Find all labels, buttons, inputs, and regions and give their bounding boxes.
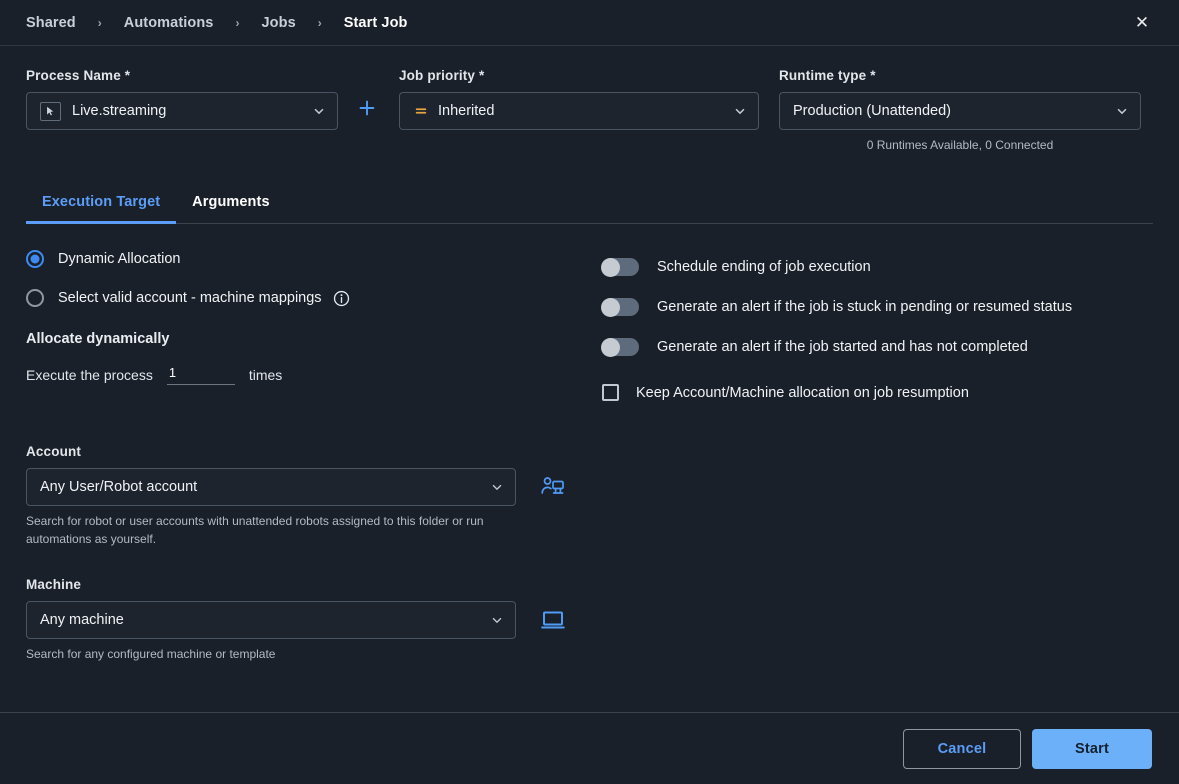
radio-indicator [26,289,44,308]
options-column: Schedule ending of job execution Generat… [601,250,1153,663]
checkbox-keep-allocation[interactable]: Keep Account/Machine allocation on job r… [602,384,1153,402]
runtime-type-field: Runtime type * Production (Unattended) 0… [779,68,1141,154]
machine-select[interactable]: Any machine [26,601,516,640]
toggle-switch [601,337,639,357]
chevron-down-icon [312,104,326,118]
chevron-down-icon [490,480,504,494]
radio-dynamic-allocation[interactable]: Dynamic Allocation [26,250,602,269]
machine-label: Machine [26,577,82,593]
job-priority-select[interactable]: Inherited [399,92,759,130]
toggle-alert-stuck-pending-label: Generate an alert if the job is stuck in… [657,299,1073,316]
close-icon[interactable]: ✕ [1127,8,1157,38]
execute-process-row: Execute the process times [26,365,602,388]
execute-process-suffix: times [248,367,283,384]
chevron-down-icon [490,613,504,627]
execute-count-input[interactable] [166,365,235,386]
cancel-button[interactable]: Cancel [903,728,1021,769]
monitor-icon[interactable] [540,607,566,633]
allocate-dynamically-heading: Allocate dynamically [26,331,170,348]
machine-value: Any machine [40,612,124,629]
breadcrumb-item-shared[interactable]: Shared [26,15,76,31]
runtime-status-text: 0 Runtimes Available, 0 Connected [866,138,1054,152]
process-name-label: Process Name * [26,68,131,83]
process-name-field: Process Name * Live.streaming [26,68,338,130]
breadcrumb-item-start-job: Start Job [343,14,408,31]
runtime-type-value: Production (Unattended) [793,103,951,119]
tab-arguments[interactable]: Arguments [176,188,285,224]
breadcrumb-item-automations[interactable]: Automations [124,15,214,31]
equals-priority-icon [413,104,428,119]
process-name-value: Live.streaming [72,103,167,119]
radio-account-machine-mappings[interactable]: Select valid account - machine mappings [26,289,602,308]
toggle-alert-stuck-pending[interactable]: Generate an alert if the job is stuck in… [601,297,1153,317]
breadcrumb-separator: › [235,15,240,30]
info-icon[interactable] [333,290,350,307]
radio-dynamic-allocation-label: Dynamic Allocation [58,251,181,268]
account-field: Account Any User/Robot account Search fo… [26,444,602,548]
allocation-column: Dynamic Allocation Select valid account … [26,250,602,663]
job-priority-label: Job priority * [399,68,485,83]
toggle-schedule-ending[interactable]: Schedule ending of job execution [601,257,1153,277]
top-field-row: Process Name * Live.streaming Job priori… [0,46,1179,154]
account-label: Account [26,444,82,460]
breadcrumb-separator: › [97,15,102,30]
checkbox-indicator [602,384,619,402]
user-robot-icon[interactable] [540,474,566,500]
toggle-alert-not-completed-label: Generate an alert if the job started and… [657,339,1028,356]
checkbox-keep-allocation-label: Keep Account/Machine allocation on job r… [636,384,969,401]
tab-bar: Execution Target Arguments [26,188,1153,225]
toggle-schedule-ending-label: Schedule ending of job execution [657,259,871,276]
account-value: Any User/Robot account [40,479,198,496]
execution-target-panel: Dynamic Allocation Select valid account … [0,224,1179,663]
job-priority-value: Inherited [438,103,495,119]
breadcrumb: Shared › Automations › Jobs › Start Job [26,15,1127,31]
start-button[interactable]: Start [1032,728,1152,769]
breadcrumb-item-jobs[interactable]: Jobs [261,15,295,31]
radio-indicator [26,250,44,269]
machine-field: Machine Any machine Search for any confi… [26,577,602,663]
toggle-switch [601,297,639,317]
dialog-footer: Cancel Start [0,712,1179,784]
toggle-switch [601,257,639,277]
execute-process-prefix: Execute the process [26,367,153,384]
runtime-type-label: Runtime type * [779,68,876,83]
add-process-button[interactable] [355,96,379,120]
toggle-alert-not-completed[interactable]: Generate an alert if the job started and… [601,337,1153,357]
account-helper-text: Search for robot or user accounts with u… [26,514,484,546]
process-name-select[interactable]: Live.streaming [26,92,338,130]
chevron-down-icon [733,104,747,118]
account-select[interactable]: Any User/Robot account [26,468,516,507]
breadcrumb-separator: › [317,15,322,30]
cursor-pointer-icon [40,101,61,121]
tab-execution-target[interactable]: Execution Target [26,188,177,225]
runtime-type-select[interactable]: Production (Unattended) [779,92,1141,130]
job-priority-field: Job priority * Inherited [399,68,759,130]
radio-account-machine-mappings-label: Select valid account - machine mappings [58,290,322,307]
chevron-down-icon [1115,104,1129,118]
dialog-header: Shared › Automations › Jobs › Start Job … [0,0,1179,46]
machine-helper-text: Search for any configured machine or tem… [26,647,276,662]
